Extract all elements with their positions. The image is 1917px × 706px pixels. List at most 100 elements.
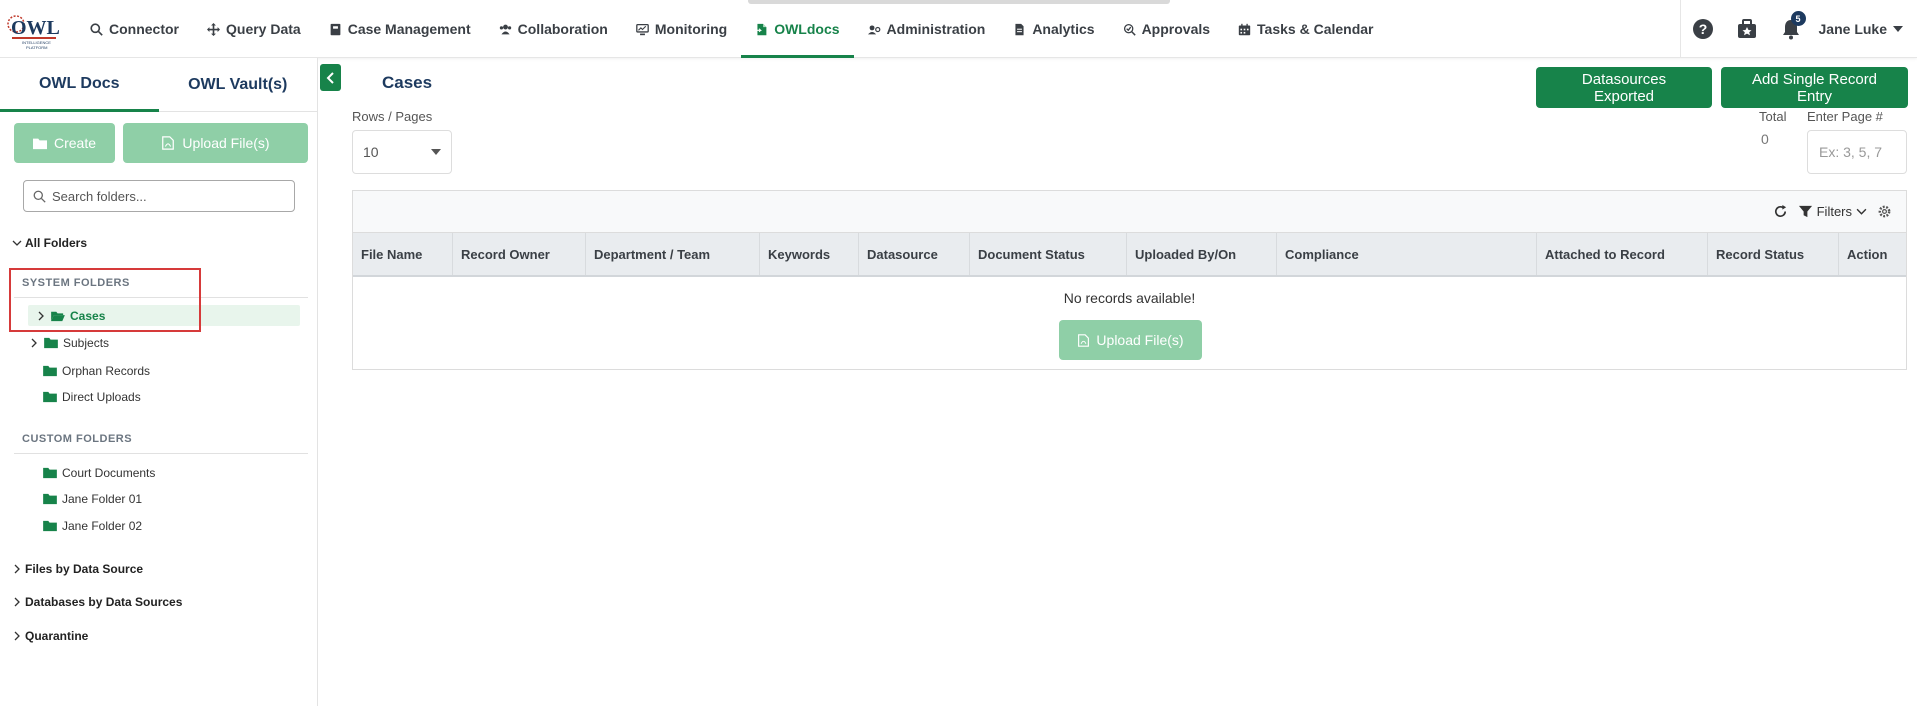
briefcase-button[interactable]	[1725, 0, 1769, 58]
gear-icon	[1878, 205, 1891, 218]
grid-header-row: File Name Record Owner Department / Team…	[353, 233, 1906, 277]
nav-administration[interactable]: Administration	[854, 0, 1000, 58]
move-icon	[207, 22, 220, 36]
nav-monitoring[interactable]: Monitoring	[622, 0, 741, 58]
create-label: Create	[53, 135, 97, 151]
chevron-down-icon	[1856, 208, 1867, 215]
nav-label: Case Management	[347, 21, 471, 37]
column-header[interactable]: Keywords	[760, 233, 859, 275]
file-icon	[1015, 23, 1024, 35]
file-pdf-icon	[162, 136, 175, 150]
page-number-input[interactable]	[1807, 130, 1907, 174]
search-folders-input[interactable]	[52, 188, 282, 204]
column-header[interactable]: Action	[1839, 233, 1906, 275]
folder-court-documents[interactable]: Court Documents	[43, 466, 155, 480]
column-header[interactable]: Department / Team	[586, 233, 760, 275]
tree-files-by-data-source[interactable]: Files by Data Source	[12, 562, 143, 576]
caret-down-icon	[431, 149, 441, 155]
nav-case-management[interactable]: Case Management	[315, 0, 485, 58]
notifications-button[interactable]: 5	[1769, 0, 1813, 58]
folder-label: Orphan Records	[62, 364, 151, 378]
nav-owldocs[interactable]: OWLdocs	[741, 0, 854, 58]
nav-label: Administration	[886, 21, 986, 37]
empty-state-message: No records available!	[1063, 290, 1196, 306]
folder-icon	[43, 520, 57, 532]
folder-subjects[interactable]: Subjects	[29, 336, 109, 350]
sidebar-collapse-button[interactable]	[320, 64, 341, 91]
caret-down-icon	[1893, 26, 1903, 32]
nav-approvals[interactable]: Approvals	[1109, 0, 1224, 58]
total-label: Total	[1759, 109, 1787, 124]
top-right-controls: ? 5 Jane Luke	[1679, 0, 1917, 58]
folder-direct-uploads[interactable]: Direct Uploads	[43, 390, 141, 404]
filters-label: Filters	[1816, 204, 1852, 219]
tab-owl-vaults[interactable]: OWL Vault(s)	[158, 58, 317, 112]
nav-tasks-calendar[interactable]: Tasks & Calendar	[1224, 0, 1387, 58]
chevron-down-icon	[12, 240, 22, 246]
column-header[interactable]: Attached to Record	[1537, 233, 1708, 275]
svg-text:PLATFORM: PLATFORM	[26, 45, 47, 50]
folder-icon	[44, 337, 58, 349]
create-button[interactable]: Create	[14, 123, 115, 163]
column-header[interactable]: Document Status	[970, 233, 1127, 275]
briefcase-icon	[1737, 19, 1756, 38]
page-title: Cases	[382, 73, 433, 92]
sidebar-upload-button[interactable]: Upload File(s)	[123, 123, 308, 163]
search-icon	[90, 22, 103, 36]
help-button[interactable]: ?	[1681, 0, 1725, 58]
column-header[interactable]: Uploaded By/On	[1127, 233, 1277, 275]
tree-label: Quarantine	[25, 629, 89, 643]
tab-owl-docs[interactable]: OWL Docs	[0, 58, 159, 112]
column-header[interactable]: Record Status	[1708, 233, 1839, 275]
nav-collaboration[interactable]: Collaboration	[485, 0, 622, 58]
help-icon: ?	[1692, 19, 1713, 39]
approval-icon	[1123, 23, 1136, 36]
refresh-button[interactable]	[1773, 204, 1788, 219]
chevron-left-icon	[326, 71, 334, 84]
folder-icon	[43, 467, 57, 479]
settings-button[interactable]	[1877, 204, 1892, 219]
column-header[interactable]: Record Owner	[453, 233, 586, 275]
chevron-right-icon	[14, 597, 20, 607]
total-value: 0	[1761, 131, 1769, 147]
user-menu[interactable]: Jane Luke	[1813, 21, 1917, 37]
folder-jane-02[interactable]: Jane Folder 02	[43, 519, 142, 533]
rows-per-page-select[interactable]: 10	[352, 130, 452, 174]
grid-upload-button[interactable]: Upload File(s)	[1059, 320, 1202, 360]
nav-query-data[interactable]: Query Data	[193, 0, 315, 58]
tree-all-folders[interactable]: All Folders	[12, 236, 87, 250]
datasources-exported-button[interactable]: Datasources Exported	[1536, 67, 1712, 108]
nav-label: OWLdocs	[774, 21, 840, 37]
folder-label: Court Documents	[62, 466, 156, 480]
tree-databases-by-data-sources[interactable]: Databases by Data Sources	[12, 595, 182, 609]
chevron-right-icon	[31, 338, 37, 348]
nav-label: Tasks & Calendar	[1257, 21, 1374, 37]
tree-quarantine[interactable]: Quarantine	[12, 629, 88, 643]
column-header[interactable]: Compliance	[1277, 233, 1537, 275]
grid-toolbar: Filters	[353, 191, 1906, 233]
folder-label: Jane Folder 02	[62, 519, 143, 533]
folder-icon	[32, 138, 47, 150]
add-record-button[interactable]: Add Single Record Entry	[1721, 67, 1908, 108]
divider	[14, 453, 308, 454]
nav-connector[interactable]: Connector	[76, 0, 193, 58]
calendar-icon	[1238, 23, 1251, 35]
file-pdf-icon	[1078, 333, 1090, 347]
rows-value: 10	[363, 144, 379, 160]
folder-jane-01[interactable]: Jane Folder 01	[43, 492, 142, 506]
svg-text:OWL: OWL	[11, 17, 60, 39]
nav-analytics[interactable]: Analytics	[999, 0, 1108, 58]
folder-orphan-records[interactable]: Orphan Records	[43, 364, 150, 378]
column-header[interactable]: File Name	[353, 233, 453, 275]
folder-sidebar: OWL Docs OWL Vault(s) Create Upload File…	[0, 58, 318, 706]
folder-icon	[43, 493, 57, 505]
nav-label: Monitoring	[654, 21, 728, 37]
filters-button[interactable]: Filters	[1798, 204, 1867, 219]
user-name: Jane Luke	[1818, 21, 1887, 37]
column-header[interactable]: Datasource	[859, 233, 970, 275]
sidebar-tabs: OWL Docs OWL Vault(s)	[0, 58, 317, 112]
folder-icon	[43, 391, 57, 403]
doc-icon	[756, 23, 767, 35]
owl-logo[interactable]: OWL INTELLIGENCE PLATFORM	[6, 8, 64, 50]
nav-label: Connector	[109, 21, 179, 37]
